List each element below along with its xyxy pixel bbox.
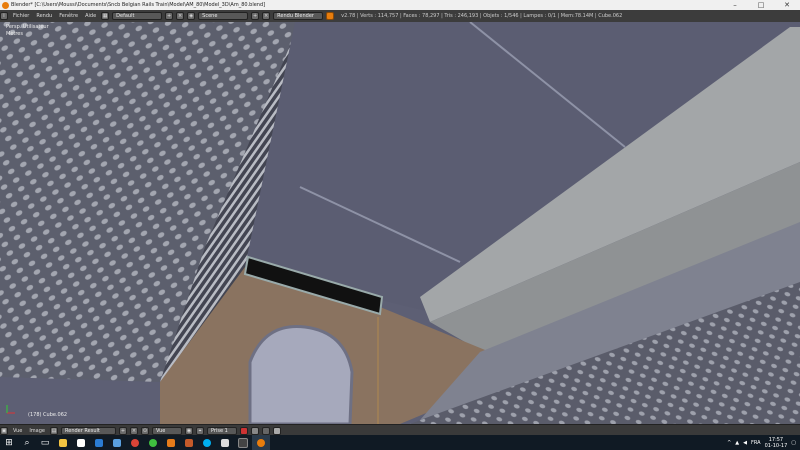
explorer-icon[interactable] xyxy=(234,435,252,450)
taskbar: ⊞ ⌕ ▭ ^ ▲ ◀ FRA 17:57 01-10-17 ▢ xyxy=(0,435,800,450)
close-icon[interactable]: ✕ xyxy=(774,0,800,10)
render-engine-select[interactable]: Rendu Blender xyxy=(273,12,324,20)
blender-icon xyxy=(326,12,335,20)
mail-icon[interactable] xyxy=(90,435,108,450)
scene-icon[interactable]: ◈ xyxy=(187,12,196,20)
layer-select[interactable]: Prise 1 xyxy=(207,426,237,435)
pivot-icon[interactable]: ◉ xyxy=(185,426,193,435)
view-label: Persp. Utilisateur xyxy=(6,24,49,30)
tray-arrow-icon[interactable]: ^ xyxy=(727,440,731,446)
search-icon[interactable]: ⌕ xyxy=(18,435,36,450)
channel-color-icon[interactable] xyxy=(273,426,281,435)
system-tray: ^ ▲ ◀ FRA 17:57 01-10-17 ▢ xyxy=(727,437,800,449)
pin-icon[interactable]: ⊙ xyxy=(141,426,149,435)
image-browse-icon[interactable]: ▤ xyxy=(50,426,58,435)
editor-type-icon-bottom[interactable]: ▣ xyxy=(0,426,8,435)
windows-start-icon[interactable]: ⊞ xyxy=(0,435,18,450)
minimize-icon[interactable]: – xyxy=(722,0,748,10)
axis-gizmo-icon xyxy=(6,405,15,414)
volume-icon[interactable]: ◀ xyxy=(743,440,747,446)
task-view-icon[interactable]: ▭ xyxy=(36,435,54,450)
screen-close-icon[interactable]: × xyxy=(176,12,185,20)
scene-close-icon[interactable]: × xyxy=(262,12,271,20)
language-indicator[interactable]: FRA xyxy=(751,440,761,446)
channel-alpha-icon[interactable] xyxy=(251,426,259,435)
screen-layout-icon[interactable]: ▦ xyxy=(101,12,110,20)
chrome-icon[interactable] xyxy=(126,435,144,450)
media-player-icon[interactable] xyxy=(162,435,180,450)
channel-z-icon[interactable] xyxy=(262,426,270,435)
units-label: Mètres xyxy=(6,31,23,37)
render-image xyxy=(0,22,800,424)
menu-file[interactable]: Fichier xyxy=(11,13,31,19)
channel-red-icon[interactable] xyxy=(240,426,248,435)
utorrent-icon[interactable] xyxy=(144,435,162,450)
image-name-field[interactable]: Render Result xyxy=(61,426,116,435)
menu-window[interactable]: Fenêtre xyxy=(57,13,80,19)
screen-add-icon[interactable]: + xyxy=(165,12,174,20)
photos-icon[interactable] xyxy=(108,435,126,450)
clock-date: 01-10-17 xyxy=(764,442,788,449)
scene-add-icon[interactable]: + xyxy=(251,12,260,20)
snap-icon[interactable]: ⌖ xyxy=(196,426,204,435)
notification-icon[interactable]: ▢ xyxy=(791,440,796,446)
menu-image[interactable]: Image xyxy=(27,428,47,434)
skype-icon[interactable] xyxy=(198,435,216,450)
maximize-icon[interactable]: □ xyxy=(748,0,774,10)
screen-layout-field[interactable]: Default xyxy=(112,12,163,20)
clock[interactable]: 17:57 01-10-17 xyxy=(765,437,788,449)
blender-logo-icon xyxy=(2,1,9,9)
image-close-icon[interactable]: × xyxy=(130,426,138,435)
file-explorer-icon[interactable] xyxy=(54,435,72,450)
menu-render[interactable]: Rendu xyxy=(34,13,54,19)
image-add-icon[interactable]: + xyxy=(119,426,127,435)
menu-view[interactable]: Vue xyxy=(11,428,24,434)
blender-taskbar-icon[interactable] xyxy=(252,435,270,450)
editor-type-icon[interactable]: i xyxy=(0,12,8,20)
network-icon[interactable]: ▲ xyxy=(735,440,739,446)
onenote-icon[interactable] xyxy=(180,435,198,450)
scene-field[interactable]: Scene xyxy=(198,12,249,20)
view-mode-select[interactable]: Vue xyxy=(152,426,182,435)
notepad-icon[interactable] xyxy=(216,435,234,450)
store-icon[interactable] xyxy=(72,435,90,450)
title-bar: Blender* [C:\Users\Moussi\Documents\Sncb… xyxy=(0,0,800,10)
scene-stats: v2.78 | Verts : 114,757 | Faces : 78,297… xyxy=(341,13,623,19)
arch-window xyxy=(248,324,354,424)
active-object-label: (178) Cube.062 xyxy=(28,412,68,418)
render-viewport[interactable]: Persp. Utilisateur Mètres (178) Cube.062 xyxy=(0,22,800,424)
window-title: Blender* [C:\Users\Moussi\Documents\Sncb… xyxy=(11,2,266,8)
menu-help[interactable]: Aide xyxy=(83,13,98,19)
